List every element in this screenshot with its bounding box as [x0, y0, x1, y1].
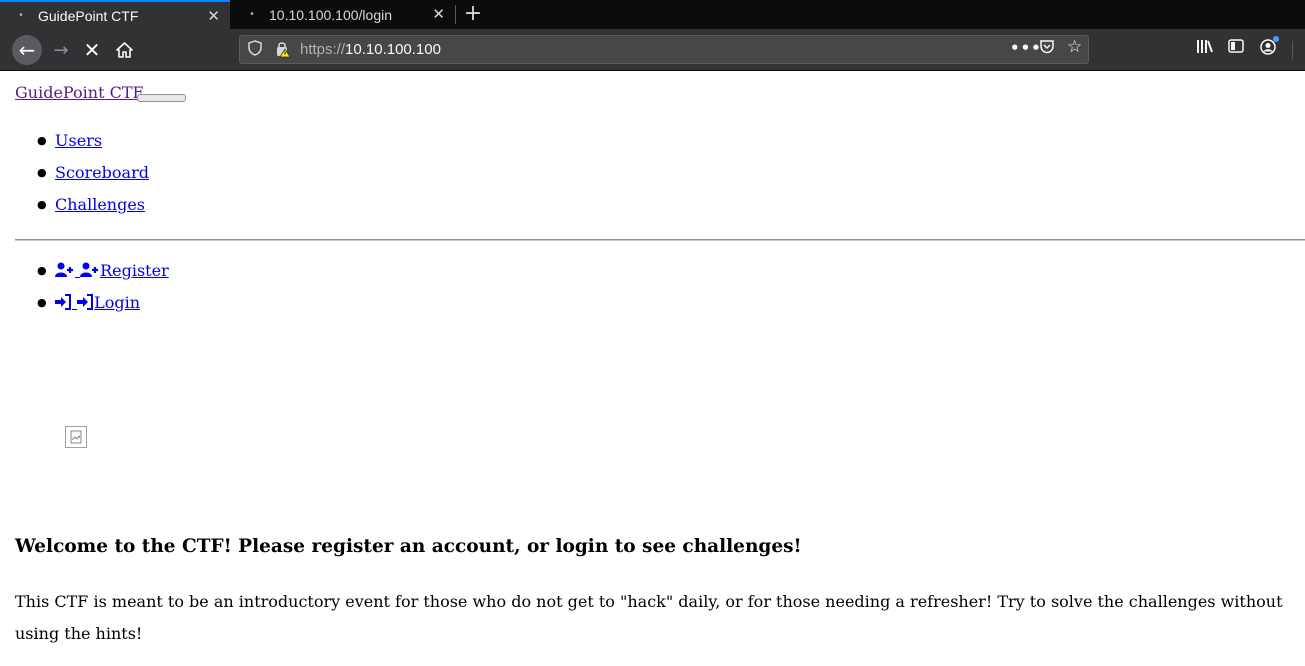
scoreboard-link[interactable]: Scoreboard	[55, 163, 149, 183]
bookmark-star-icon[interactable]: ☆	[1067, 37, 1082, 57]
loading-dot-icon: •	[250, 9, 254, 20]
library-icon[interactable]	[1196, 39, 1213, 58]
sync-badge	[1273, 36, 1279, 42]
register-link[interactable]: Register	[55, 261, 169, 281]
forward-icon[interactable]: →	[46, 35, 76, 65]
tab-guidepoint-ctf[interactable]: • GuidePoint CTF ✕	[0, 0, 230, 29]
users-link[interactable]: Users	[55, 131, 102, 151]
insecure-lock-icon[interactable]	[275, 40, 291, 58]
url-text: https://10.10.100.100	[300, 41, 441, 58]
page-content: GuidePoint CTF Users Scoreboard Challeng…	[7, 71, 1305, 666]
account-icon[interactable]	[1260, 36, 1279, 59]
navigation-toolbar: ← → ✕ https://10.10.100.100 ••• ☆ ⋮	[0, 29, 1305, 71]
pocket-icon[interactable]	[1039, 39, 1055, 58]
register-label: Register	[100, 261, 169, 280]
sign-in-icon	[77, 294, 94, 310]
login-label: Login	[94, 293, 141, 312]
tab-separator	[455, 5, 456, 24]
challenges-link[interactable]: Challenges	[55, 195, 145, 215]
tab-strip: • GuidePoint CTF ✕ • 10.10.100.100/login…	[0, 0, 1305, 29]
shield-icon[interactable]	[248, 40, 262, 56]
loading-dot-icon: •	[19, 10, 23, 21]
new-tab-icon[interactable]: +	[462, 1, 484, 26]
overflow-icon[interactable]: ⋮	[1300, 39, 1305, 57]
broken-image-icon	[65, 426, 87, 448]
welcome-heading: Welcome to the CTF! Please register an a…	[15, 536, 802, 557]
close-tab-icon[interactable]: ✕	[432, 5, 445, 23]
url-host: 10.10.100.100	[345, 41, 441, 58]
sidebar-icon[interactable]	[1228, 39, 1244, 57]
user-plus-icon	[55, 262, 73, 277]
tab-login[interactable]: • 10.10.100.100/login ✕	[231, 0, 455, 29]
tab-title: 10.10.100.100/login	[269, 6, 392, 23]
tab-title: GuidePoint CTF	[38, 7, 139, 24]
intro-paragraph: This CTF is meant to be an introductory …	[15, 592, 1283, 643]
stop-icon[interactable]: ✕	[77, 35, 107, 65]
close-tab-icon[interactable]: ✕	[207, 7, 220, 25]
toolbar-separator	[1292, 41, 1293, 59]
user-plus-icon	[80, 262, 99, 277]
login-link[interactable]: Login	[55, 293, 140, 313]
navbar-toggle-button[interactable]	[137, 94, 186, 102]
brand-link[interactable]: GuidePoint CTF	[15, 83, 144, 102]
page-actions-icon[interactable]: •••	[1010, 39, 1042, 57]
divider	[15, 239, 1305, 241]
url-scheme: https://	[300, 41, 346, 58]
sign-in-icon	[55, 294, 71, 310]
home-icon[interactable]	[109, 35, 139, 65]
back-icon[interactable]: ←	[12, 35, 42, 65]
url-bar[interactable]: https://10.10.100.100 ••• ☆	[239, 35, 1089, 64]
